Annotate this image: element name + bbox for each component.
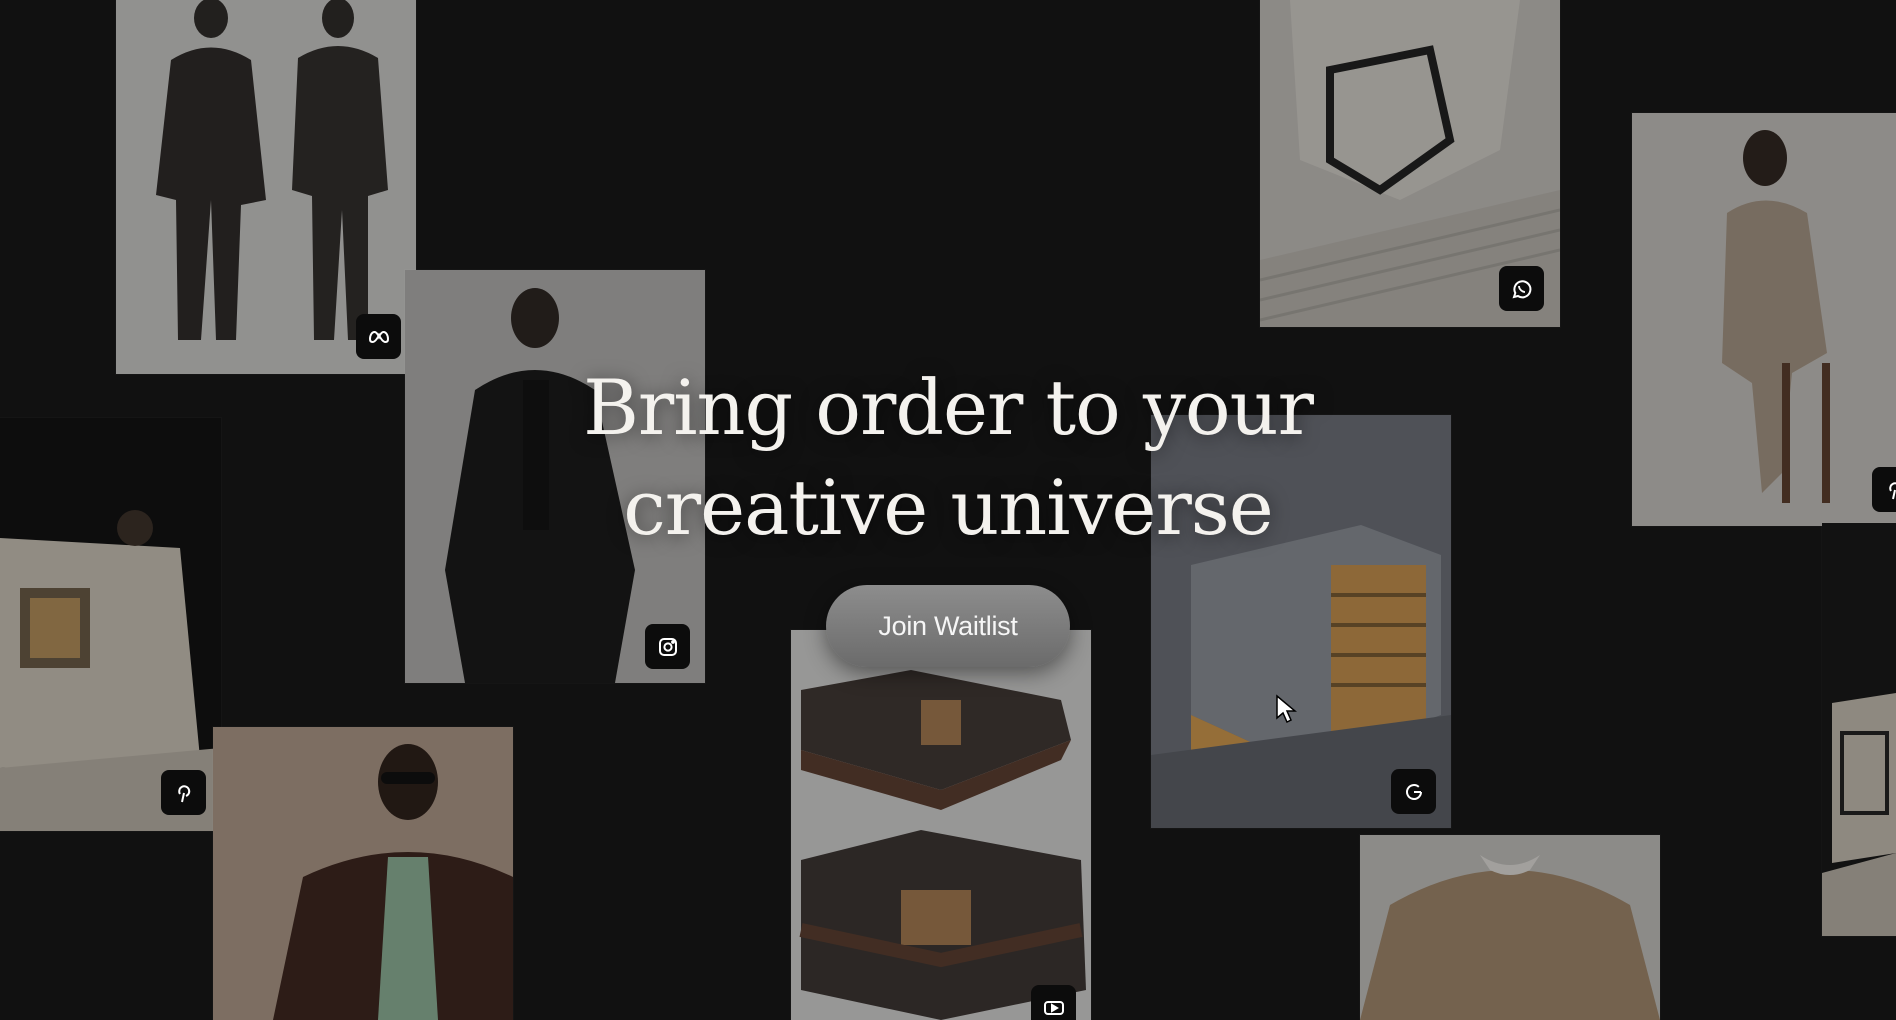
architecture-model-card[interactable] (1260, 0, 1560, 327)
sunglasses-portrait-image (213, 727, 513, 1020)
hero-title-line-2: creative universe (623, 463, 1274, 552)
sweater-card[interactable] (1360, 835, 1660, 1020)
instagram-icon[interactable] (645, 624, 690, 669)
sunglasses-portrait-card[interactable] (213, 727, 513, 1020)
container-house-card[interactable] (791, 630, 1091, 1020)
pinterest-icon[interactable] (161, 770, 206, 815)
sweater-image (1360, 835, 1660, 1020)
pavilion-model-card[interactable] (0, 418, 221, 831)
meta-icon[interactable] (356, 314, 401, 359)
fashion-duo-card[interactable] (116, 0, 416, 374)
edge-architecture-image (1822, 523, 1896, 936)
container-house-image (791, 630, 1091, 1020)
beige-suit-image (1632, 113, 1896, 526)
pinterest-icon[interactable] (1872, 467, 1896, 512)
google-icon[interactable] (1391, 769, 1436, 814)
hero-headline: Bring order to your creative universe (560, 358, 1336, 558)
mouse-cursor-icon (1276, 694, 1297, 724)
hero-title-line-1: Bring order to your (583, 363, 1314, 452)
edge-architecture-card[interactable] (1822, 523, 1896, 936)
beige-suit-card[interactable] (1632, 113, 1896, 526)
whatsapp-icon[interactable] (1499, 266, 1544, 311)
join-waitlist-button[interactable]: Join Waitlist (826, 585, 1070, 667)
youtube-icon[interactable] (1031, 985, 1076, 1020)
